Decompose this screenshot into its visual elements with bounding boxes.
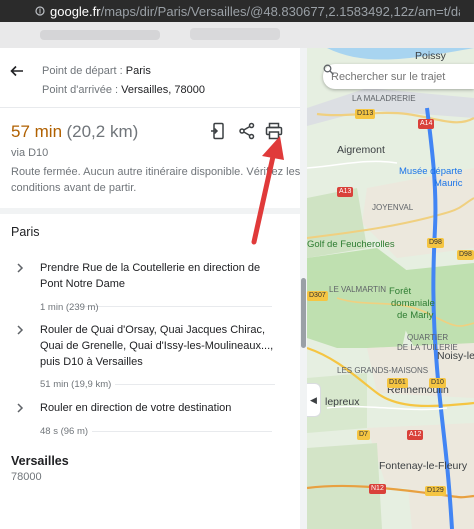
share-button[interactable] xyxy=(236,120,258,142)
road-shield: A12 xyxy=(407,430,424,440)
blurred-toolbar xyxy=(0,22,474,48)
end-label: Point d'arrivée : xyxy=(42,84,119,96)
destination-title: Versailles xyxy=(11,454,69,468)
map-label: QUARTIER xyxy=(407,333,449,342)
map-label: Musée départe xyxy=(399,166,463,177)
step-separator xyxy=(115,384,275,385)
road-shield: D98 xyxy=(427,238,444,248)
site-info-icon[interactable] xyxy=(30,0,50,22)
origin-title: Paris xyxy=(11,225,40,239)
map-label: Mauric xyxy=(434,178,463,189)
map-label: LA MALADRERIE xyxy=(352,94,416,103)
step-meta: 1 min (239 m) xyxy=(40,302,99,313)
chevron-right-icon xyxy=(17,403,24,413)
browser-address-bar[interactable]: google.fr/maps/dir/Paris/Versailles/@48.… xyxy=(0,0,474,22)
send-to-phone-icon xyxy=(211,122,224,140)
step-text: Rouler en direction de votre destination xyxy=(40,402,232,414)
road-shield: D98 xyxy=(457,250,474,260)
divider xyxy=(0,107,306,108)
map-label: Fontenay-le-Fleury xyxy=(379,460,468,472)
map-label: Forêt xyxy=(389,286,412,297)
step-meta: 48 s (96 m) xyxy=(40,426,89,437)
directions-panel: Point de départ : Paris Point d'arrivée … xyxy=(0,48,307,529)
road-shield: D129 xyxy=(425,486,446,496)
road-shield: D7 xyxy=(357,430,370,440)
map-label: Golf de Feucherolles xyxy=(307,239,395,250)
url-text[interactable]: google.fr/maps/dir/Paris/Versailles/@48.… xyxy=(50,4,460,19)
back-button[interactable] xyxy=(6,60,28,82)
route-via: via D10 xyxy=(11,147,49,159)
map-view[interactable]: Poissy LA MALADRERIE Aigremont Musée dép… xyxy=(307,48,474,529)
step-text: Rouler de Quai d'Orsay, Quai Jacques Chi… xyxy=(40,324,274,368)
road-shield: D161 xyxy=(387,378,408,388)
route-warning: Route fermée. Aucun autre itinéraire dis… xyxy=(11,166,301,194)
map-label: Noisy-le xyxy=(437,350,474,362)
url-path: /maps/dir/Paris/Versailles/@48.830677,2.… xyxy=(100,3,460,19)
section-divider xyxy=(0,208,306,214)
share-icon xyxy=(239,122,255,140)
map-search-box[interactable] xyxy=(323,64,474,89)
road-shield: D10 xyxy=(429,378,446,388)
route-endpoints: Point de départ : Paris Point d'arrivée … xyxy=(42,62,205,100)
route-summary: 57 min (20,2 km) xyxy=(11,122,138,142)
road-shield: A13 xyxy=(337,187,354,197)
map-label: Poissy xyxy=(415,50,446,62)
road-shield: A14 xyxy=(418,119,435,129)
map-label: Aigremont xyxy=(337,144,385,156)
map-label: LES GRANDS-MAISONS xyxy=(337,366,429,375)
destination-postcode: 78000 xyxy=(11,471,42,483)
print-icon xyxy=(265,122,283,140)
step-separator xyxy=(72,306,272,307)
step-separator xyxy=(92,431,272,432)
chevron-left-icon: ◀ xyxy=(310,394,317,405)
map-label: lepreux xyxy=(325,396,360,408)
road-shield: D307 xyxy=(307,291,328,301)
map-label: domaniale xyxy=(391,298,435,309)
chevron-right-icon xyxy=(17,263,24,273)
route-distance: (20,2 km) xyxy=(66,122,139,141)
step-meta: 51 min (19,9 km) xyxy=(40,379,112,390)
route-duration: 57 min xyxy=(11,122,63,141)
road-shield: N12 xyxy=(369,484,386,494)
road-shield: D113 xyxy=(355,109,376,119)
print-button[interactable] xyxy=(263,120,285,142)
step-text: Prendre Rue de la Coutellerie en directi… xyxy=(40,262,261,290)
map-label: de Marly xyxy=(397,310,434,321)
chevron-right-icon xyxy=(17,325,24,335)
end-value: Versailles, 78000 xyxy=(121,84,205,96)
start-label: Point de départ : xyxy=(42,65,123,77)
send-to-phone-button[interactable] xyxy=(207,120,229,142)
search-icon xyxy=(323,64,334,75)
map-search-input[interactable] xyxy=(331,70,456,83)
start-value: Paris xyxy=(125,65,151,77)
map-label: LE VALMARTIN xyxy=(329,285,387,294)
url-host: google.fr xyxy=(50,3,101,19)
map-label: JOYENVAL xyxy=(372,203,414,212)
arrow-left-icon xyxy=(10,65,23,77)
panel-scrollbar-thumb[interactable] xyxy=(301,278,306,348)
collapse-panel-button[interactable]: ◀ xyxy=(307,383,321,417)
